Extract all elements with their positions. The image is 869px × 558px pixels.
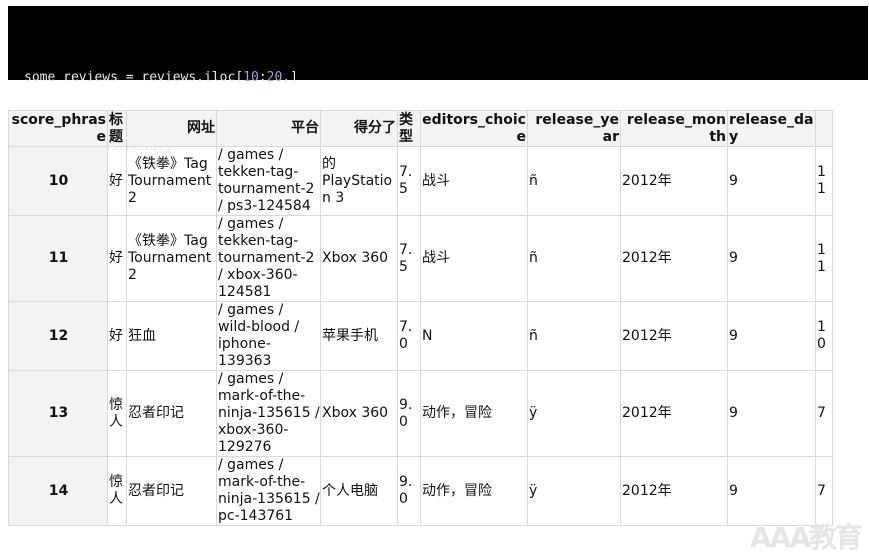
- table-cell: 9: [727, 215, 816, 302]
- code-number: 10: [243, 70, 259, 85]
- code-text: ,]: [282, 70, 298, 85]
- row-index: 10: [8, 146, 108, 216]
- table-cell: 战斗: [420, 146, 528, 216]
- table-cell: / games / tekken-tag-tournament-2 / xbox…: [216, 215, 321, 302]
- table-cell: ÿ: [527, 370, 621, 457]
- table-cell: 9.0: [397, 370, 421, 457]
- table-cell: 个人电脑: [320, 456, 398, 526]
- table-cell: 忍者印记: [126, 456, 217, 526]
- table-cell: 2012年: [620, 301, 728, 371]
- table-cell: 狂血: [126, 301, 217, 371]
- code-number: 20: [266, 70, 283, 85]
- table-cell: 惊人: [107, 370, 127, 457]
- table-cell: Xbox 360: [320, 215, 398, 302]
- code-text: some_reviews = reviews.iloc[: [24, 70, 244, 85]
- code-cell[interactable]: some_reviews = reviews.iloc[10:20,] some…: [8, 6, 868, 154]
- table-cell: 7.5: [397, 215, 421, 302]
- table-cell: / games / mark-of-the-ninja-135615 / xbo…: [216, 370, 321, 457]
- table-cell: 忍者印记: [126, 370, 217, 457]
- column-header: 网址: [126, 110, 217, 147]
- dataframe-output-table: score_phrase 标题 网址 平台 得分了 类型 editors_cho…: [8, 110, 833, 526]
- table-cell: 苹果手机: [320, 301, 398, 371]
- table-row: 11 好 《铁拳》Tag Tournament 2 / games / tekk…: [8, 215, 833, 302]
- table-cell: 动作，冒险: [420, 456, 528, 526]
- table-cell: Xbox 360: [320, 370, 398, 457]
- table-cell: 动作，冒险: [420, 370, 528, 457]
- row-index: 13: [8, 370, 108, 457]
- table-cell: 9.0: [397, 456, 421, 526]
- table-cell: 9: [727, 301, 816, 371]
- row-index: 14: [8, 456, 108, 526]
- column-header: release_year: [527, 110, 621, 147]
- table-cell: ñ: [527, 301, 621, 371]
- column-header: score_phrase: [8, 110, 108, 147]
- column-header: 得分了: [320, 110, 398, 147]
- table-row: 12 好 狂血 / games / wild-blood / iphone-13…: [8, 301, 833, 371]
- table-cell: / games / mark-of-the-ninja-135615 / pc-…: [216, 456, 321, 526]
- code-line-1: some_reviews = reviews.iloc[10:20,]: [24, 66, 868, 89]
- table-cell: / games / wild-blood / iphone-139363: [216, 301, 321, 371]
- table-cell: 2012年: [620, 215, 728, 302]
- table-cell: 7.0: [397, 301, 421, 371]
- code-text: :: [258, 70, 267, 85]
- column-header-spacer: [815, 110, 833, 147]
- table-cell: N: [420, 301, 528, 371]
- table-cell: 的PlayStation 3: [320, 146, 398, 216]
- table-row: 14 惊人 忍者印记 / games / mark-of-the-ninja-1…: [8, 456, 833, 526]
- table-cell: 7: [815, 370, 833, 457]
- table-cell: 9: [727, 146, 816, 216]
- table-cell: 9: [727, 370, 816, 457]
- table-cell: ÿ: [527, 456, 621, 526]
- table-cell: 7.5: [397, 146, 421, 216]
- column-header: 类型: [397, 110, 421, 147]
- column-header: editors_choice: [420, 110, 528, 147]
- table-cell: ñ: [527, 146, 621, 216]
- table-cell: 2012年: [620, 370, 728, 457]
- watermark-logo: AAA教育: [749, 521, 863, 554]
- column-header: 标题: [107, 110, 127, 147]
- table-cell: ñ: [527, 215, 621, 302]
- row-index: 12: [8, 301, 108, 371]
- table-cell: 2012年: [620, 456, 728, 526]
- table-cell: 2012年: [620, 146, 728, 216]
- table-cell: 好: [107, 301, 127, 371]
- table-cell: 11: [815, 215, 833, 302]
- table-row: 13 惊人 忍者印记 / games / mark-of-the-ninja-1…: [8, 370, 833, 457]
- table-cell: 好: [107, 146, 127, 216]
- column-header: 平台: [216, 110, 321, 147]
- column-header: release_month: [620, 110, 728, 147]
- table-cell: 《铁拳》Tag Tournament 2: [126, 215, 217, 302]
- table-cell: 11: [815, 146, 833, 216]
- table-row: 10 好 《铁拳》Tag Tournament 2 / games / tekk…: [8, 146, 833, 216]
- row-index: 11: [8, 215, 108, 302]
- table-cell: 《铁拳》Tag Tournament 2: [126, 146, 217, 216]
- table-cell: / games / tekken-tag-tournament-2 / ps3-…: [216, 146, 321, 216]
- table-cell: 好: [107, 215, 127, 302]
- table-cell: 10: [815, 301, 833, 371]
- table-cell: 战斗: [420, 215, 528, 302]
- column-header: release_day: [727, 110, 816, 147]
- table-cell: 惊人: [107, 456, 127, 526]
- table-header-row: score_phrase 标题 网址 平台 得分了 类型 editors_cho…: [8, 110, 833, 147]
